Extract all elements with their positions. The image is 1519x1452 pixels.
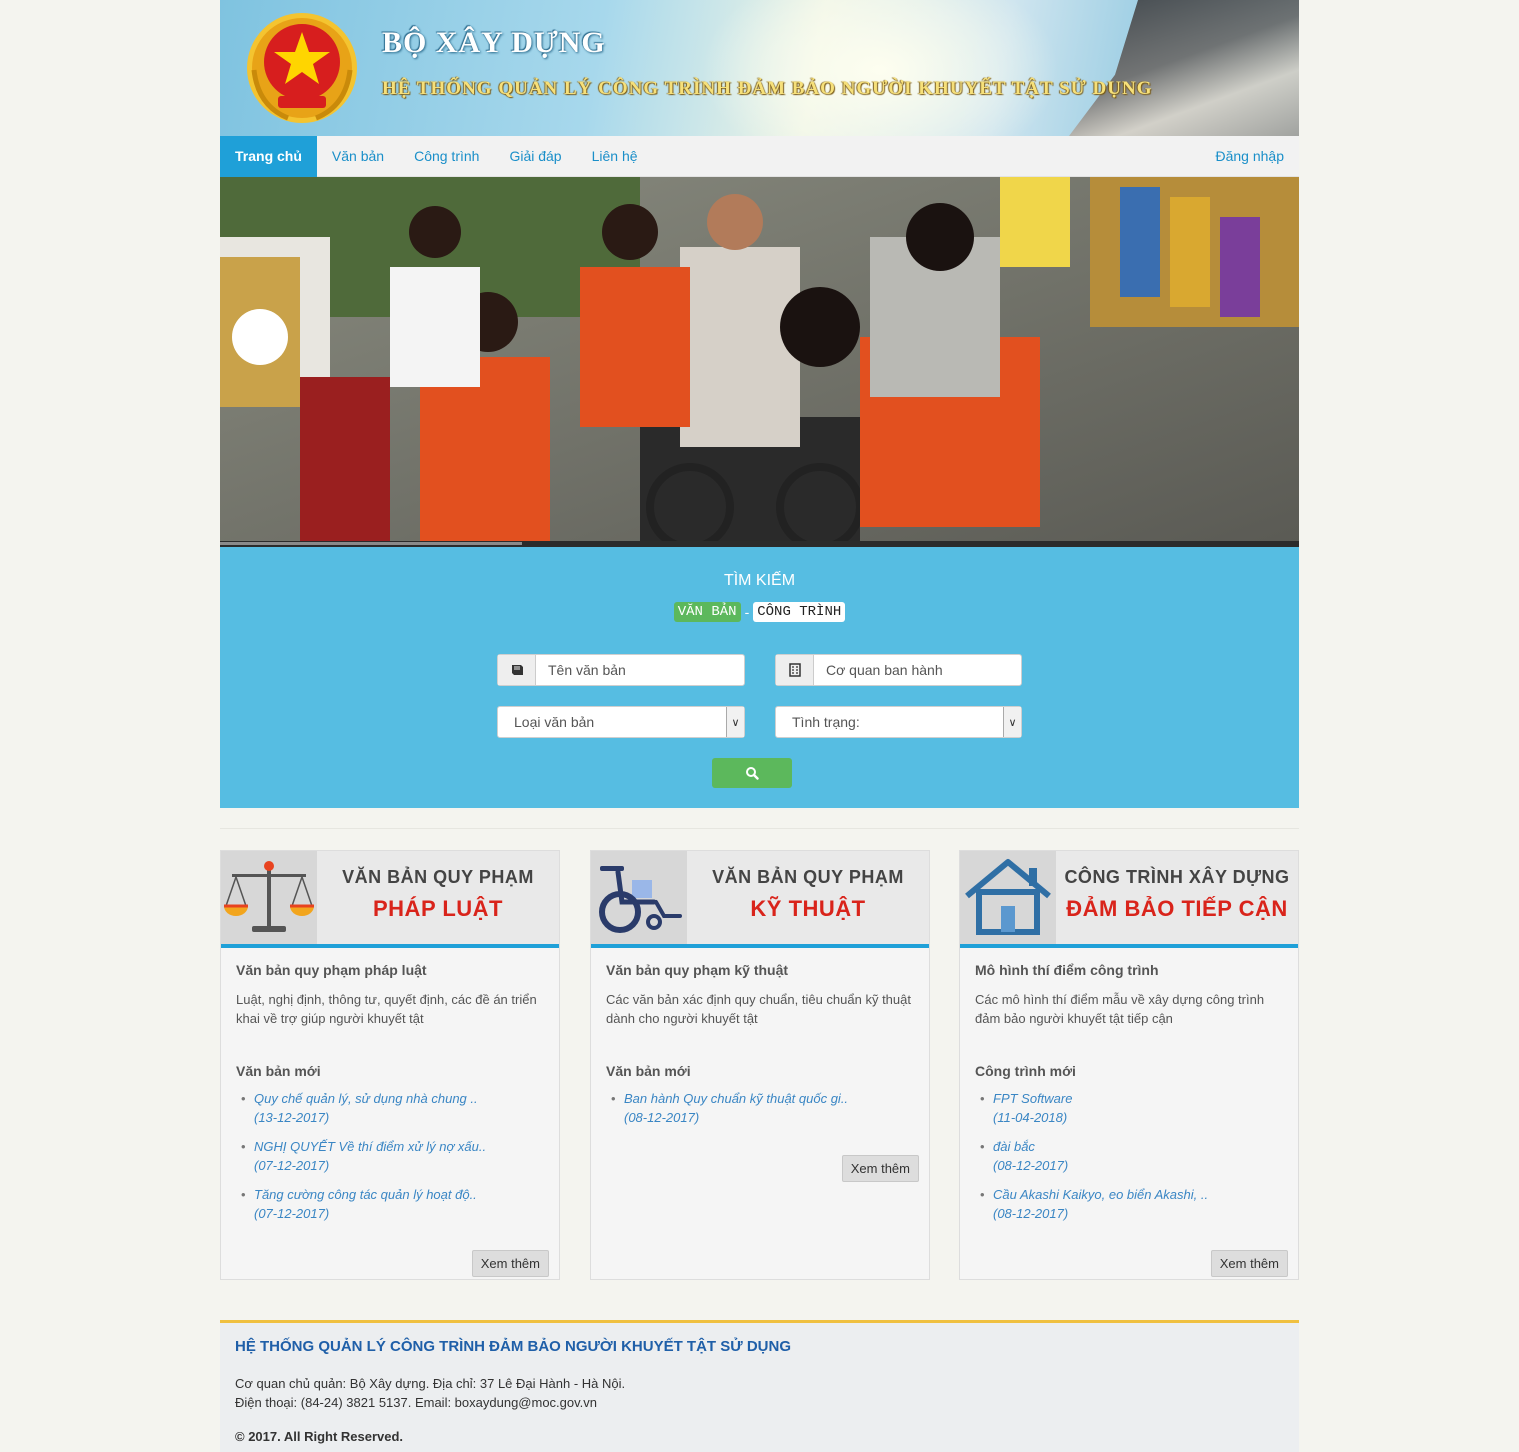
card-heading: VĂN BẢN QUY PHẠM — [712, 867, 904, 887]
card-description: Các văn bản xác định quy chuẩn, tiêu chu… — [606, 992, 911, 1026]
list-item-link[interactable]: Tăng cường công tác quản lý hoạt độ.. — [254, 1187, 477, 1202]
footer: HỆ THỐNG QUẢN LÝ CÔNG TRÌNH ĐẢM BẢO NGƯỜ… — [220, 1320, 1299, 1452]
list-item-link[interactable]: Cầu Akashi Kaikyo, eo biển Akashi, .. — [993, 1187, 1208, 1202]
card-description: Các mô hình thí điểm mẫu về xây dựng côn… — [975, 992, 1265, 1026]
list-item-link[interactable]: Quy chế quản lý, sử dụng nhà chung .. — [254, 1091, 478, 1106]
tab-works[interactable]: CÔNG TRÌNH — [753, 602, 846, 622]
slider-progress — [220, 542, 523, 545]
footer-copyright: © 2017. All Right Reserved. — [235, 1429, 404, 1444]
book-icon — [498, 655, 536, 685]
list-item-date: (08-12-2017) — [993, 1158, 1069, 1173]
login-link[interactable]: Đăng nhập — [1200, 136, 1299, 177]
see-more-button[interactable]: Xem thêm — [841, 1155, 919, 1182]
chevron-down-icon: ∨ — [1003, 707, 1021, 737]
divider — [220, 828, 1299, 829]
list-item: Tăng cường công tác quản lý hoạt độ.. (07… — [241, 1185, 549, 1223]
card-new-title: Văn bản mới — [606, 1063, 691, 1079]
card-new-title: Văn bản mới — [236, 1063, 321, 1079]
card-legal-docs: VĂN BẢN QUY PHẠM PHÁP LUẬT Văn bản quy p… — [220, 850, 560, 1280]
nav-item-contact[interactable]: Liên hệ — [577, 136, 653, 177]
list-item-date: (07-12-2017) — [254, 1158, 330, 1173]
status-select[interactable]: Tình trạng: ∨ — [775, 706, 1022, 738]
main-nav: Trang chủ Văn bản Công trình Giải đáp Li… — [220, 135, 1299, 177]
see-more-button[interactable]: Xem thêm — [471, 1250, 549, 1277]
card-accessible-works: CÔNG TRÌNH XÂY DỰNG ĐẢM BẢO TIẾP CẬN Mô … — [959, 850, 1299, 1280]
card-list: FPT Software (11-04-2018) đài bắc (08-12-2… — [980, 1089, 1288, 1233]
list-item-link[interactable]: đài bắc — [993, 1139, 1035, 1154]
list-item-date: (13-12-2017) — [254, 1110, 330, 1125]
site-title: BỘ XÂY DỰNG — [382, 26, 606, 59]
card-subtitle: Văn bản quy phạm kỹ thuật — [606, 962, 789, 978]
list-item: đài bắc (08-12-2017) — [980, 1137, 1288, 1175]
wheelchair-icon — [591, 851, 687, 944]
card-heading: CÔNG TRÌNH XÂY DỰNG — [1064, 867, 1290, 887]
building-icon — [776, 655, 814, 685]
scales-icon — [221, 851, 317, 944]
list-item-link[interactable]: NGHỊ QUYẾT Về thí điểm xử lý nợ xấu.. — [254, 1139, 486, 1154]
card-list: Ban hành Quy chuẩn kỹ thuật quốc gi.. (08… — [611, 1089, 919, 1137]
card-subtitle: Văn bản quy phạm pháp luật — [236, 962, 427, 978]
doc-name-field[interactable]: Tên văn bản — [497, 654, 745, 686]
list-item: FPT Software (11-04-2018) — [980, 1089, 1288, 1127]
footer-contact: Điện thoại: (84-24) 3821 5137. Email: bo… — [235, 1395, 598, 1410]
list-item-date: (11-04-2018) — [993, 1110, 1068, 1125]
list-item-link[interactable]: Ban hành Quy chuẩn kỹ thuật quốc gi.. — [624, 1091, 848, 1106]
list-item: Quy chế quản lý, sử dụng nhà chung .. (13… — [241, 1089, 549, 1127]
doc-name-input[interactable]: Tên văn bản — [536, 662, 626, 678]
card-description: Luật, nghị định, thông tư, quyết định, c… — [236, 992, 537, 1026]
card-heading: VĂN BẢN QUY PHẠM — [342, 867, 534, 887]
header-banner: BỘ XÂY DỰNG HỆ THỐNG QUẢN LÝ CÔNG TRÌNH … — [220, 0, 1299, 136]
hero-photo — [220, 177, 1299, 547]
search-title: TÌM KIẾM — [723, 572, 796, 589]
list-item-link[interactable]: FPT Software — [993, 1091, 1072, 1106]
banner-photo — [1069, 0, 1299, 136]
list-item-date: (08-12-2017) — [624, 1110, 700, 1125]
footer-title: HỆ THỐNG QUẢN LÝ CÔNG TRÌNH ĐẢM BẢO NGƯỜ… — [235, 1338, 792, 1355]
list-item: Cầu Akashi Kaikyo, eo biển Akashi, .. (08… — [980, 1185, 1288, 1223]
nav-item-works[interactable]: Công trình — [399, 136, 494, 177]
search-icon — [746, 767, 759, 780]
nav-item-home[interactable]: Trang chủ — [220, 135, 317, 177]
site-subtitle: HỆ THỐNG QUẢN LÝ CÔNG TRÌNH ĐẢM BẢO NGƯỜ… — [382, 78, 1153, 99]
card-new-title: Công trình mới — [975, 1063, 1076, 1079]
list-item: NGHỊ QUYẾT Về thí điểm xử lý nợ xấu.. (07… — [241, 1137, 549, 1175]
card-heading-highlight: PHÁP LUẬT — [373, 896, 503, 921]
agency-input[interactable]: Cơ quan ban hành — [814, 662, 943, 678]
card-list: Quy chế quản lý, sử dụng nhà chung .. (13… — [241, 1089, 549, 1233]
list-item: Ban hành Quy chuẩn kỹ thuật quốc gi.. (08… — [611, 1089, 919, 1127]
list-item-date: (08-12-2017) — [993, 1206, 1069, 1221]
search-panel: TÌM KIẾM VĂN BẢN - CÔNG TRÌNH Tên văn bả… — [220, 547, 1299, 808]
card-heading-highlight: KỸ THUẬT — [750, 896, 866, 921]
card-heading-highlight: ĐẢM BẢO TIẾP CẬN — [1066, 896, 1288, 921]
status-value: Tình trạng: — [792, 714, 860, 730]
nav-item-documents[interactable]: Văn bản — [317, 136, 399, 177]
see-more-button[interactable]: Xem thêm — [1210, 1250, 1288, 1277]
doc-type-value: Loại văn bản — [514, 714, 595, 730]
nav-item-faq[interactable]: Giải đáp — [494, 136, 576, 177]
house-icon — [960, 851, 1056, 944]
national-emblem-icon — [247, 13, 357, 123]
chevron-down-icon: ∨ — [726, 707, 744, 737]
agency-field[interactable]: Cơ quan ban hành — [775, 654, 1022, 686]
search-button[interactable] — [712, 758, 792, 788]
tab-separator: - — [744, 604, 750, 620]
search-tabs: VĂN BẢN - CÔNG TRÌNH — [220, 602, 1299, 622]
list-item-date: (07-12-2017) — [254, 1206, 330, 1221]
card-subtitle: Mô hình thí điểm công trình — [975, 962, 1159, 978]
card-technical-docs: VĂN BẢN QUY PHẠM KỸ THUẬT Văn bản quy ph… — [590, 850, 930, 1280]
hero-slider[interactable] — [220, 177, 1299, 547]
footer-address: Cơ quan chủ quản: Bộ Xây dựng. Địa chỉ: … — [235, 1376, 626, 1391]
tab-documents[interactable]: VĂN BẢN — [673, 602, 741, 622]
doc-type-select[interactable]: Loại văn bản ∨ — [497, 706, 745, 738]
